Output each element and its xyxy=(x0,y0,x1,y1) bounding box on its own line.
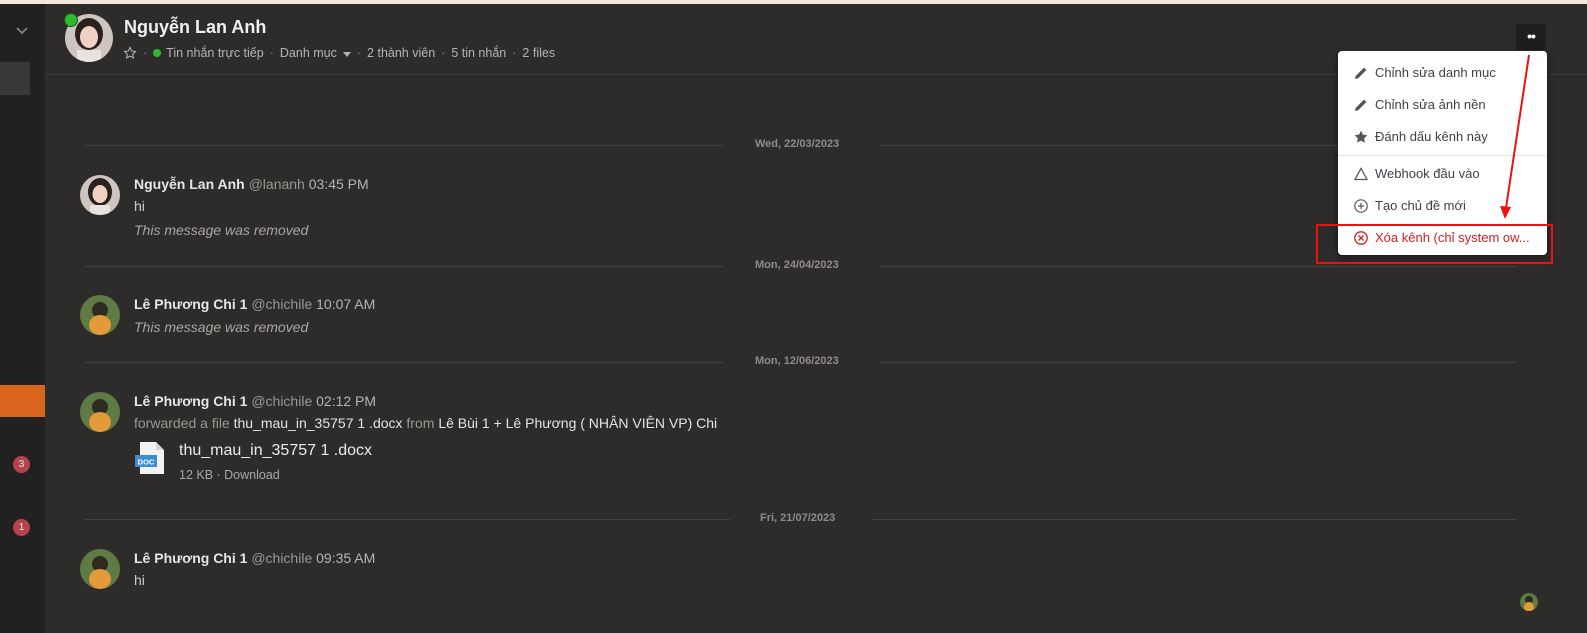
pencil-icon xyxy=(1355,67,1367,79)
avatar[interactable] xyxy=(80,175,120,215)
left-rail: 3 1 xyxy=(0,4,45,633)
channel-type: Tin nhắn trực tiếp xyxy=(166,46,264,60)
unread-badge: 3 xyxy=(13,456,30,473)
message-header: Lê Phương Chi 1 @chichile 10:07 AM xyxy=(134,296,375,312)
menu-item-label: Tạo chủ đề mới xyxy=(1375,198,1466,213)
channel-menu-button[interactable]: •• xyxy=(1516,24,1546,50)
message-author[interactable]: Lê Phương Chi 1 xyxy=(134,550,247,566)
message-header: Lê Phương Chi 1 @chichile 09:35 AM xyxy=(134,550,375,566)
menu-item-label: Đánh dấu kênh này xyxy=(1375,129,1488,144)
menu-item-label: Chỉnh sửa danh mục xyxy=(1375,65,1496,80)
date-divider xyxy=(879,362,1517,363)
member-count[interactable]: 2 thành viên xyxy=(367,46,435,60)
message-time: 02:12 PM xyxy=(316,393,377,409)
file-meta[interactable]: 12 KB · Download xyxy=(179,468,280,482)
message-time: 03:45 PM xyxy=(308,176,369,192)
menu-item-new-topic[interactable]: Tạo chủ đề mới xyxy=(1338,191,1547,221)
message-username: @chichile xyxy=(251,550,313,566)
avatar[interactable] xyxy=(80,392,120,432)
avatar[interactable] xyxy=(80,549,120,589)
date-divider xyxy=(85,362,723,363)
triangle-icon xyxy=(1353,167,1369,181)
annotation-highlight-box xyxy=(1316,224,1553,264)
message-username: @chichile xyxy=(251,296,313,312)
menu-divider xyxy=(1338,155,1547,156)
separator: · xyxy=(441,46,446,60)
menu-item-incoming-webhook[interactable]: Webhook đầu vào xyxy=(1338,159,1547,189)
message-removed: This message was removed xyxy=(134,319,309,335)
separator: · xyxy=(356,46,362,60)
category-label: Danh mục xyxy=(279,46,337,60)
separator: · xyxy=(143,46,148,60)
avatar[interactable] xyxy=(1520,593,1538,611)
chevron-down-icon[interactable] xyxy=(14,22,30,38)
online-status-dot xyxy=(64,13,78,27)
unread-badge: 1 xyxy=(13,519,30,536)
menu-item-edit-background[interactable]: Chỉnh sửa ảnh nền xyxy=(1338,90,1547,120)
channel-meta: · Tin nhắn trực tiếp · Danh mục · 2 thàn… xyxy=(123,46,555,60)
message-author[interactable]: Lê Phương Chi 1 xyxy=(134,296,247,312)
message-header: Nguyễn Lan Anh @lananh 03:45 PM xyxy=(134,176,369,192)
channel-title: Nguyễn Lan Anh xyxy=(124,17,267,37)
forward-from-word: from xyxy=(406,415,435,431)
menu-item-label: Chỉnh sửa ảnh nền xyxy=(1375,97,1486,112)
category-dropdown[interactable]: Danh mục xyxy=(280,46,351,60)
message-time: 09:35 AM xyxy=(316,550,376,566)
plus-circle-icon xyxy=(1354,199,1368,213)
rail-active-item[interactable] xyxy=(0,385,45,417)
online-dot xyxy=(153,49,162,57)
date-label: Mon, 24/04/2023 xyxy=(755,259,839,271)
menu-item-edit-category[interactable]: Chỉnh sửa danh mục xyxy=(1338,58,1547,88)
message-text: hi xyxy=(134,572,145,588)
message-time: 10:07 AM xyxy=(316,296,376,312)
message-username: @lananh xyxy=(248,176,305,192)
star-icon xyxy=(1354,130,1368,143)
separator: · xyxy=(269,46,274,60)
separator: · xyxy=(512,46,517,60)
date-divider xyxy=(879,266,1517,267)
message-header: Lê Phương Chi 1 @chichile 02:12 PM xyxy=(134,393,376,409)
message-author[interactable]: Nguyễn Lan Anh xyxy=(134,176,245,192)
docx-file-icon[interactable]: DOC xyxy=(134,441,166,475)
date-divider xyxy=(85,519,730,520)
message-removed: This message was removed xyxy=(134,222,309,238)
avatar[interactable] xyxy=(80,295,120,335)
menu-item-label: Webhook đầu vào xyxy=(1375,166,1480,181)
forward-file-link[interactable]: thu_mau_in_35757 1 .docx xyxy=(234,415,403,431)
rail-item[interactable] xyxy=(0,62,30,95)
date-divider xyxy=(872,519,1517,520)
date-label: Fri, 21/07/2023 xyxy=(760,512,836,524)
file-count[interactable]: 2 files xyxy=(522,46,555,60)
caret-down-icon xyxy=(342,52,351,57)
file-type-badge: DOC xyxy=(138,458,155,467)
forward-info: forwarded a file thu_mau_in_35757 1 .doc… xyxy=(134,415,717,431)
date-label: Mon, 12/06/2023 xyxy=(755,355,839,367)
menu-item-star-channel[interactable]: Đánh dấu kênh này xyxy=(1338,122,1547,152)
pencil-icon xyxy=(1355,99,1367,111)
message-username: @chichile xyxy=(251,393,313,409)
file-name[interactable]: thu_mau_in_35757 1 .docx xyxy=(179,442,372,460)
date-divider xyxy=(85,145,723,146)
date-label: Wed, 22/03/2023 xyxy=(755,138,840,150)
date-divider xyxy=(85,266,723,267)
message-author[interactable]: Lê Phương Chi 1 xyxy=(134,393,247,409)
star-outline-icon[interactable] xyxy=(123,46,137,60)
message-count: 5 tin nhắn xyxy=(451,46,507,60)
forward-prefix: forwarded a file xyxy=(134,415,230,431)
forward-source-link[interactable]: Lê Bùi 1 + Lê Phương ( NHÂN VIÊN VP) Chi xyxy=(438,415,717,431)
message-text: hi xyxy=(134,198,145,214)
